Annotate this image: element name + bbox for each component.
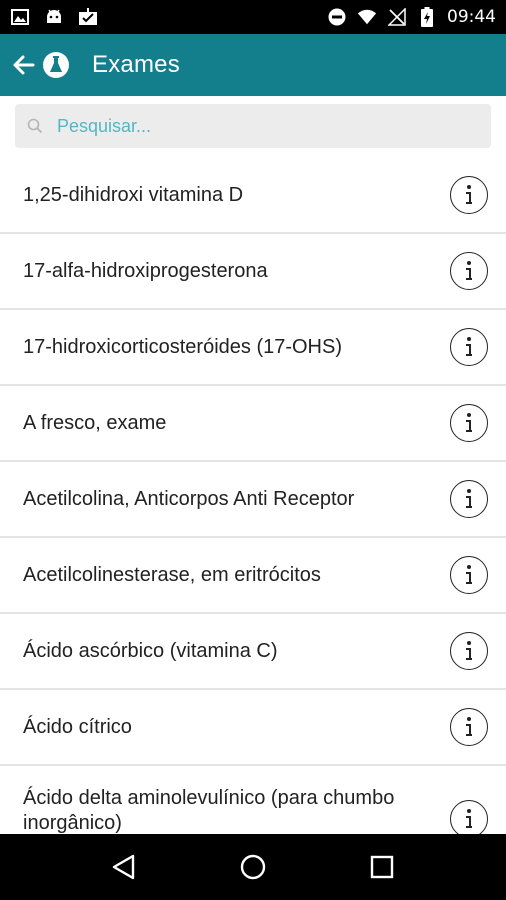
navigation-bar (0, 834, 506, 900)
page-title: Exames (92, 51, 180, 78)
android-icon (44, 7, 64, 27)
exam-label: 17-hidroxicorticosteróides (17-OHS) (23, 335, 343, 358)
status-bar: 09:44 (0, 0, 506, 34)
search-input[interactable] (57, 115, 457, 137)
info-icon[interactable] (450, 632, 488, 670)
list-item[interactable]: A fresco, exame (0, 386, 506, 462)
wifi-icon (357, 7, 377, 27)
exam-label: Ácido ascórbico (vitamina C) (23, 639, 278, 662)
no-signal-icon (387, 7, 407, 27)
info-icon[interactable] (450, 176, 488, 214)
search-box[interactable] (15, 104, 491, 148)
do-not-disturb-icon (327, 7, 347, 27)
list-item[interactable]: 17-alfa-hidroxiprogesterona (0, 234, 506, 310)
download-done-icon (78, 7, 98, 27)
info-icon[interactable] (450, 404, 488, 442)
exam-label: 1,25-dihidroxi vitamina D (23, 183, 244, 206)
info-icon[interactable] (450, 556, 488, 594)
exam-label: Ácido delta aminolevulínico (para chumbo… (23, 787, 395, 834)
recents-square-icon[interactable] (360, 845, 404, 889)
list-item[interactable]: Acetilcolina, Anticorpos Anti Receptor (0, 462, 506, 538)
list-item[interactable]: Acetilcolinesterase, em eritrócitos (0, 538, 506, 614)
info-icon[interactable] (450, 252, 488, 290)
list-item[interactable]: Ácido cítrico (0, 690, 506, 766)
flask-icon (42, 51, 70, 79)
back-button[interactable] (10, 51, 38, 79)
list-item[interactable]: Ácido ascórbico (vitamina C) (0, 614, 506, 690)
info-icon[interactable] (450, 800, 488, 834)
status-time: 09:44 (447, 7, 496, 27)
list-item[interactable]: Ácido delta aminolevulínico (para chumbo… (0, 766, 506, 834)
info-icon[interactable] (450, 328, 488, 366)
exam-label: Acetilcolinesterase, em eritrócitos (23, 563, 321, 586)
app-bar: Exames (0, 34, 506, 96)
image-icon (10, 7, 30, 27)
exam-label: A fresco, exame (23, 411, 167, 434)
exam-label: 17-alfa-hidroxiprogesterona (23, 259, 268, 282)
list-item[interactable]: 1,25-dihidroxi vitamina D (0, 158, 506, 234)
search-icon (27, 118, 43, 134)
info-icon[interactable] (450, 708, 488, 746)
back-triangle-icon[interactable] (102, 845, 146, 889)
battery-charging-icon (417, 7, 437, 27)
search-bar (0, 96, 506, 158)
home-circle-icon[interactable] (231, 845, 275, 889)
exam-list: 1,25-dihidroxi vitamina D 17-alfa-hidrox… (0, 158, 506, 834)
arrow-left-icon (13, 55, 35, 75)
exam-label: Acetilcolina, Anticorpos Anti Receptor (23, 487, 355, 510)
exam-label: Ácido cítrico (23, 715, 132, 738)
info-icon[interactable] (450, 480, 488, 518)
list-item[interactable]: 17-hidroxicorticosteróides (17-OHS) (0, 310, 506, 386)
